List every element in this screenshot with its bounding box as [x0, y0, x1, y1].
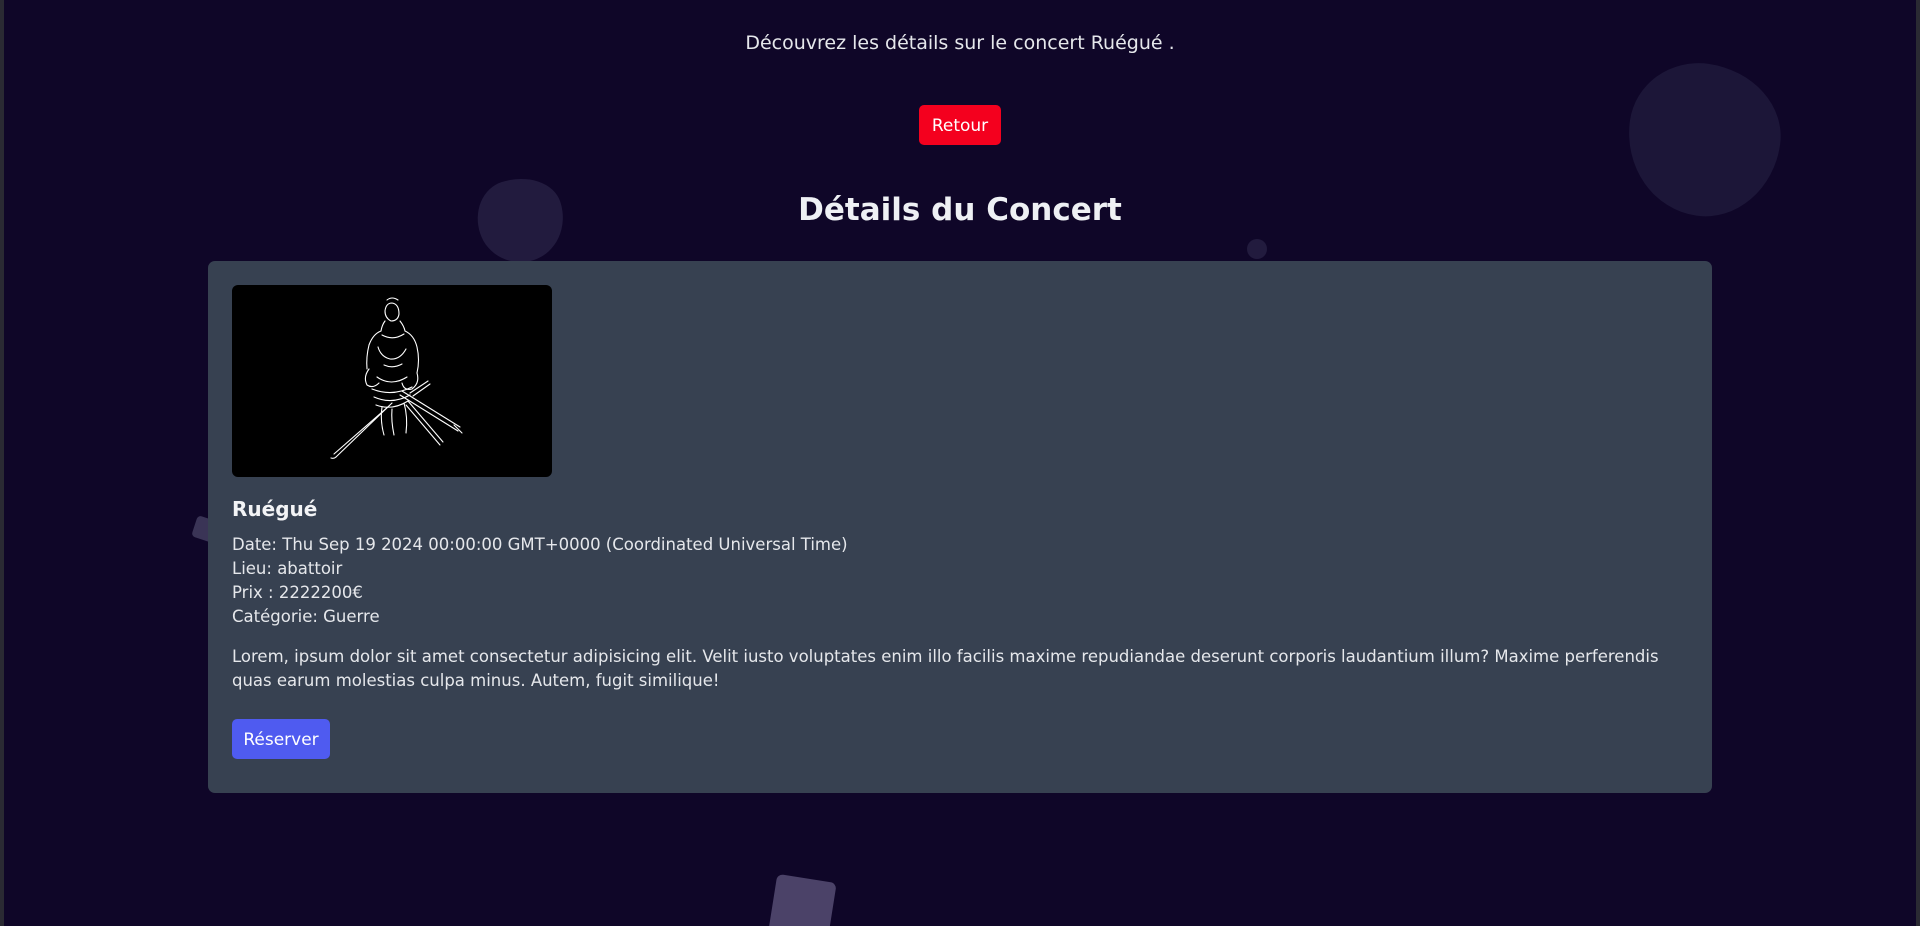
page-title: Détails du Concert [798, 192, 1122, 228]
concert-description: Lorem, ipsum dolor sit amet consectetur … [232, 647, 1659, 690]
reserve-button[interactable]: Réserver [232, 719, 330, 759]
concert-prix: Prix : 2222200€ [232, 583, 363, 602]
intro-text: Découvrez les détails sur le concert Rué… [745, 32, 1175, 54]
concert-image [232, 285, 552, 477]
samurai-sketch-icon [330, 297, 463, 459]
concert-name: Ruégué [232, 497, 318, 521]
back-button[interactable]: Retour [919, 105, 1001, 145]
concert-card: Ruégué Date: Thu Sep 19 2024 00:00:00 GM… [208, 261, 1712, 793]
concert-categorie: Catégorie: Guerre [232, 607, 380, 626]
background-card-shape [763, 873, 837, 926]
concert-date: Date: Thu Sep 19 2024 00:00:00 GMT+0000 … [232, 535, 848, 554]
background-dot [1247, 239, 1267, 259]
concert-lieu: Lieu: abattoir [232, 559, 343, 578]
